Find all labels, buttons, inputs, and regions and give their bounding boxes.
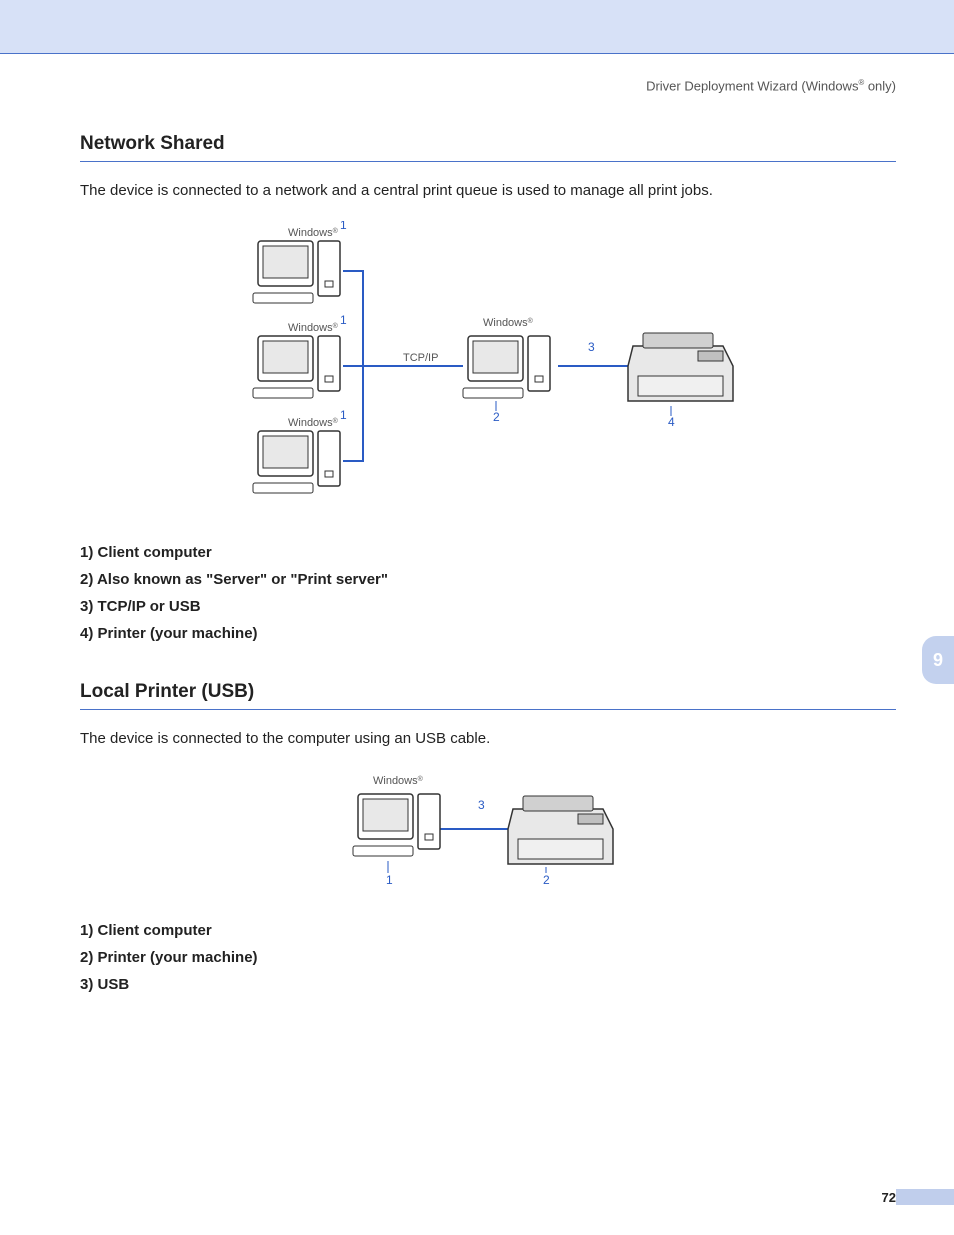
list-item: 2) Also known as "Server" or "Print serv…	[80, 566, 896, 593]
svg-text:TCP/IP: TCP/IP	[403, 352, 438, 364]
svg-text:Windows®: Windows®	[288, 322, 339, 335]
list-item: 3) USB	[80, 971, 896, 998]
svg-text:1: 1	[340, 221, 347, 232]
breadcrumb: Driver Deployment Wizard (Windows® only)	[80, 78, 896, 93]
list-item: 3) TCP/IP or USB	[80, 593, 896, 620]
section1-desc: The device is connected to a network and…	[80, 180, 896, 201]
svg-text:Windows®: Windows®	[288, 417, 339, 430]
chapter-tab: 9	[922, 636, 954, 684]
svg-text:Windows®: Windows®	[373, 775, 424, 788]
svg-text:1: 1	[386, 873, 393, 887]
top-bar	[0, 0, 954, 54]
section-title-network-shared: Network Shared	[80, 133, 896, 162]
client-computer-icon: Windows® 1 Windows® 1 Windows® 1	[253, 221, 347, 493]
page-number: 72	[882, 1190, 896, 1205]
svg-text:3: 3	[478, 798, 485, 812]
list-item: 4) Printer (your machine)	[80, 620, 896, 647]
breadcrumb-suffix: only)	[864, 78, 896, 93]
section1-list: 1) Client computer 2) Also known as "Ser…	[80, 539, 896, 647]
section2-list: 1) Client computer 2) Printer (your mach…	[80, 917, 896, 998]
page-content: Driver Deployment Wizard (Windows® only)…	[0, 54, 954, 998]
svg-text:1: 1	[340, 313, 347, 327]
section-title-local-printer: Local Printer (USB)	[80, 681, 896, 710]
svg-text:Windows®: Windows®	[483, 317, 534, 330]
list-item: 2) Printer (your machine)	[80, 944, 896, 971]
server-computer-icon	[463, 336, 550, 398]
svg-text:Windows®: Windows®	[288, 227, 339, 240]
footer-accent-bar	[896, 1189, 954, 1205]
printer-icon	[508, 796, 613, 864]
list-item: 1) Client computer	[80, 539, 896, 566]
client-computer-icon	[353, 794, 440, 856]
list-item: 1) Client computer	[80, 917, 896, 944]
svg-text:1: 1	[340, 408, 347, 422]
svg-text:2: 2	[543, 873, 550, 887]
breadcrumb-prefix: Driver Deployment Wizard (Windows	[646, 78, 858, 93]
svg-text:4: 4	[668, 415, 675, 429]
section2-desc: The device is connected to the computer …	[80, 728, 896, 749]
diagram-network-shared: Windows® 1 Windows® 1 Windows® 1	[228, 221, 748, 521]
svg-text:3: 3	[588, 340, 595, 354]
svg-text:2: 2	[493, 410, 500, 424]
printer-icon	[628, 333, 733, 401]
diagram-local-printer: Windows® 1 3 2	[338, 769, 638, 899]
